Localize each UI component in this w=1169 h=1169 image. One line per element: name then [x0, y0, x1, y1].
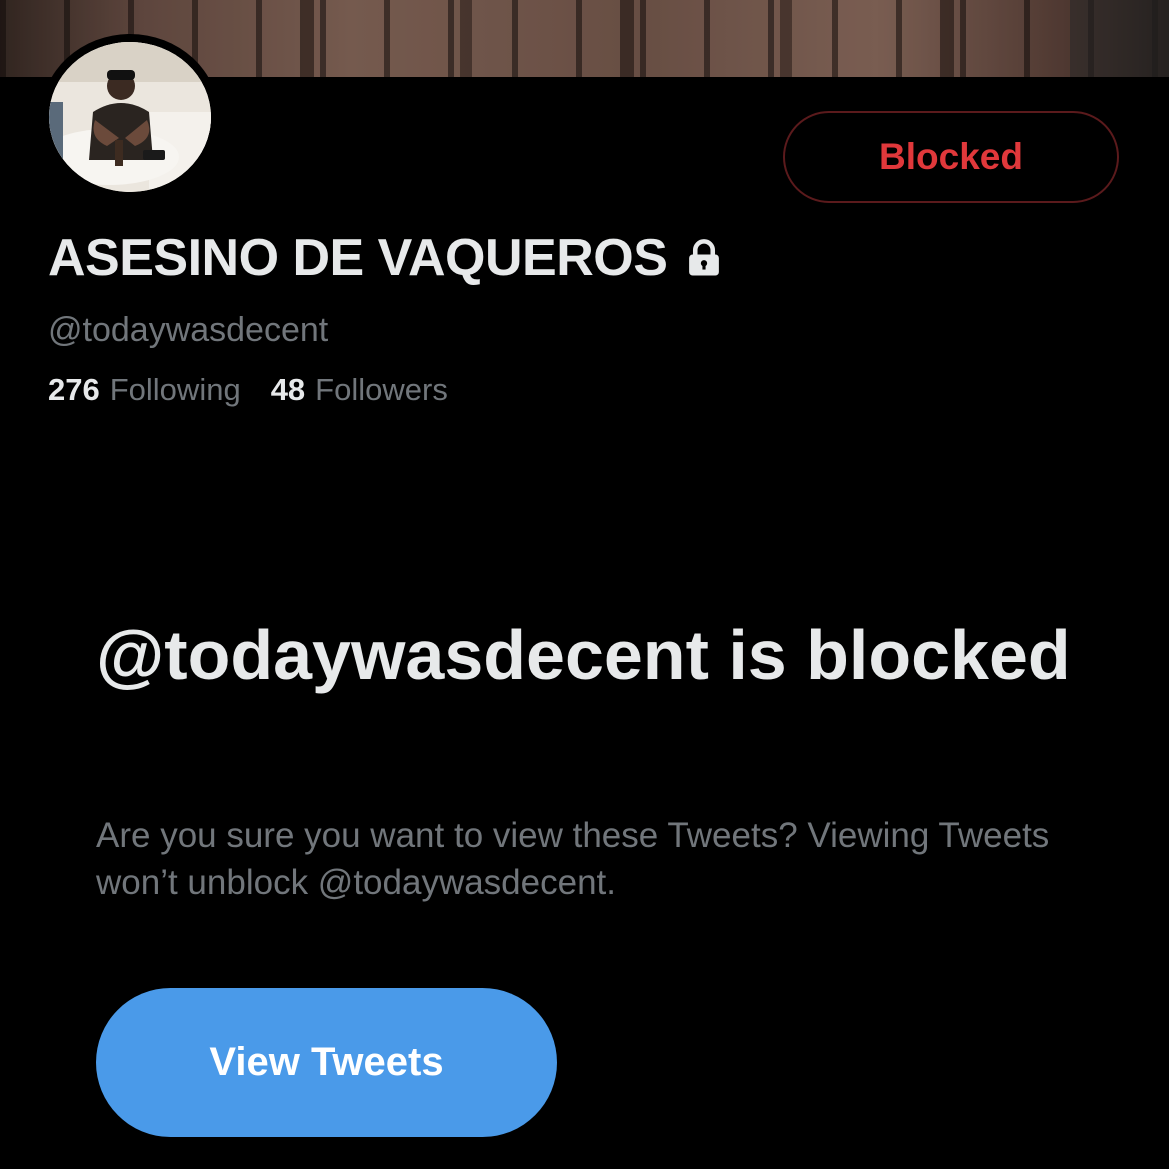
- following-link[interactable]: 276 Following: [48, 372, 241, 408]
- followers-link[interactable]: 48 Followers: [271, 372, 448, 408]
- profile-handle: @todaywasdecent: [48, 311, 329, 349]
- blocked-notice-title: @todaywasdecent is blocked: [96, 616, 1071, 694]
- lock-icon: [689, 239, 720, 276]
- display-name: ASESINO DE VAQUEROS: [48, 229, 668, 287]
- blocked-notice-description: Are you sure you want to view these Twee…: [96, 816, 1050, 902]
- view-tweets-button[interactable]: View Tweets: [96, 988, 557, 1137]
- blocked-button[interactable]: Blocked: [783, 111, 1119, 203]
- profile-stats: 276 Following 48 Followers: [48, 372, 448, 408]
- followers-label: Followers: [315, 372, 448, 407]
- view-tweets-button-label: View Tweets: [209, 1040, 444, 1084]
- avatar-image: [49, 42, 211, 192]
- blocked-button-label: Blocked: [879, 136, 1023, 177]
- following-label: Following: [109, 372, 241, 407]
- followers-count: 48: [270, 372, 306, 407]
- profile-name-row: ASESINO DE VAQUEROS: [48, 228, 725, 288]
- avatar[interactable]: [49, 42, 211, 192]
- following-count: 276: [48, 372, 100, 407]
